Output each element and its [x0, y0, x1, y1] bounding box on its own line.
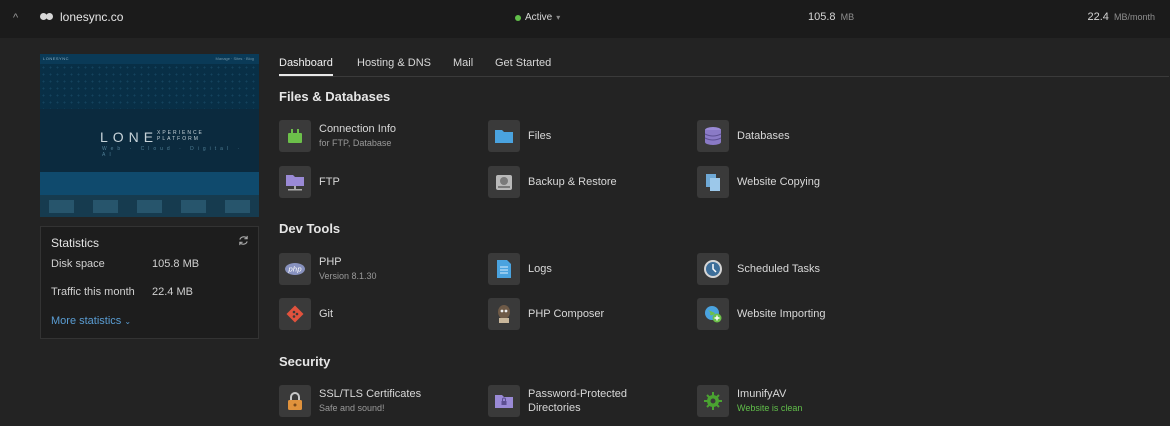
section-title-security: Security: [279, 354, 331, 369]
status-dropdown[interactable]: Active ▾: [515, 12, 560, 23]
git-button[interactable]: Git: [279, 298, 333, 330]
header-traffic-value: 22.4: [1087, 11, 1109, 23]
more-statistics-link[interactable]: More statistics ⌄: [51, 315, 131, 327]
ssl-sub: Safe and sound!: [319, 403, 385, 413]
traffic-value: 22.4 MB: [152, 286, 193, 298]
php-version: Version 8.1.30: [319, 271, 377, 281]
tab-dashboard[interactable]: Dashboard: [279, 57, 333, 76]
statistics-title: Statistics: [51, 236, 100, 250]
databases-label: Databases: [737, 130, 790, 142]
copy-document-icon: [697, 166, 729, 198]
domain-name[interactable]: lonesync.co: [60, 10, 123, 24]
domain-label[interactable]: lonesync.co: [40, 10, 123, 24]
git-label: Git: [319, 308, 334, 320]
preview-brand: LONE: [100, 129, 159, 145]
protected-folder-icon: [488, 385, 520, 417]
status-dot-icon: [515, 14, 521, 21]
tab-bar: Dashboard Hosting & DNS Mail Get Started: [279, 54, 1169, 77]
preview-header: LONESYNC Manage · Sites · Blog: [40, 54, 259, 64]
chevron-up-icon[interactable]: ^: [13, 11, 23, 25]
composer-icon: [488, 298, 520, 330]
preview-logo: LONESYNC: [43, 56, 70, 61]
statistics-panel: Statistics Disk space 105.8 MB Traffic t…: [40, 226, 259, 339]
folder-icon: [488, 120, 520, 152]
tab-hosting-dns[interactable]: Hosting & DNS: [357, 57, 431, 69]
refresh-icon[interactable]: [238, 235, 249, 246]
ssl-label: SSL/TLS Certificates: [319, 388, 422, 400]
header-disk-unit: MB: [840, 12, 855, 22]
globe-import-icon: [697, 298, 729, 330]
tab-mail[interactable]: Mail: [453, 57, 473, 69]
plug-icon: [279, 120, 311, 152]
site-preview-thumbnail[interactable]: LONESYNC Manage · Sites · Blog LONE XPER…: [40, 54, 259, 217]
website-importing-label: Website Importing: [737, 308, 826, 320]
ftp-label: FTP: [319, 176, 340, 188]
ssl-certificates-button[interactable]: SSL/TLS Certificates Safe and sound!: [279, 385, 421, 417]
password-protected-label-line2: Directories: [528, 402, 581, 414]
tab-get-started[interactable]: Get Started: [495, 57, 551, 69]
header-disk-usage: 105.8 MB: [808, 11, 854, 23]
connection-info-label: Connection Info: [319, 123, 397, 135]
scheduled-tasks-button[interactable]: Scheduled Tasks: [697, 253, 820, 285]
section-title-dev: Dev Tools: [279, 221, 341, 236]
php-composer-button[interactable]: PHP Composer: [488, 298, 604, 330]
disk-space-label: Disk space: [51, 258, 105, 270]
disk-space-value: 105.8 MB: [152, 258, 200, 270]
clock-icon: [697, 253, 729, 285]
lock-icon: [279, 385, 311, 417]
connection-info-button[interactable]: Connection Info for FTP, Database: [279, 120, 396, 152]
preview-nav: Manage · Sites · Blog: [215, 56, 254, 61]
svg-text:php: php: [287, 266, 302, 274]
link-icon: [40, 13, 53, 21]
password-protected-label: Password-Protected: [528, 388, 628, 400]
preview-xp-line2: PLATFORM: [157, 136, 200, 142]
preview-xp: XPERIENCE PLATFORM: [157, 130, 204, 142]
php-label: PHP: [319, 256, 342, 268]
chevron-down-icon: ⌄: [124, 317, 132, 326]
backup-restore-label: Backup & Restore: [528, 176, 617, 188]
ftp-folder-icon: [279, 166, 311, 198]
chevron-down-icon: ▾: [556, 13, 561, 22]
website-copying-button[interactable]: Website Copying: [697, 166, 820, 198]
php-composer-label: PHP Composer: [528, 308, 605, 320]
php-icon: php: [279, 253, 311, 285]
shield-gear-icon: [697, 385, 729, 417]
scheduled-tasks-label: Scheduled Tasks: [737, 263, 820, 275]
ftp-button[interactable]: FTP: [279, 166, 340, 198]
website-importing-button[interactable]: Website Importing: [697, 298, 825, 330]
traffic-label: Traffic this month: [51, 286, 135, 298]
header-disk-value: 105.8: [808, 11, 836, 23]
git-icon: [279, 298, 311, 330]
preview-band: [40, 172, 259, 195]
imunifyav-label: ImunifyAV: [737, 388, 787, 400]
files-button[interactable]: Files: [488, 120, 551, 152]
logs-button[interactable]: Logs: [488, 253, 552, 285]
database-icon: [697, 120, 729, 152]
status-text: Active: [525, 12, 553, 23]
section-title-files: Files & Databases: [279, 89, 391, 104]
databases-button[interactable]: Databases: [697, 120, 790, 152]
php-button[interactable]: php PHP Version 8.1.30: [279, 253, 377, 285]
site-header-bar: ^ lonesync.co Active ▾ 105.8 MB 22.4 MB/…: [0, 0, 1170, 38]
more-statistics-label[interactable]: More statistics: [51, 315, 121, 327]
password-protected-dirs-button[interactable]: Password-Protected Directories: [488, 385, 627, 417]
log-file-icon: [488, 253, 520, 285]
header-traffic: 22.4 MB/month: [1088, 11, 1156, 23]
imunifyav-status: Website is clean: [737, 403, 803, 413]
files-label: Files: [528, 130, 552, 142]
preview-tagline: Web · Cloud · Digital · AI: [102, 146, 244, 158]
website-copying-label: Website Copying: [737, 176, 820, 188]
header-traffic-unit: MB/month: [1113, 12, 1155, 22]
backup-restore-button[interactable]: Backup & Restore: [488, 166, 617, 198]
imunifyav-button[interactable]: ImunifyAV Website is clean: [697, 385, 802, 417]
backup-drive-icon: [488, 166, 520, 198]
connection-info-sub: for FTP, Database: [319, 138, 392, 148]
preview-footer: [40, 195, 259, 217]
logs-label: Logs: [528, 263, 552, 275]
